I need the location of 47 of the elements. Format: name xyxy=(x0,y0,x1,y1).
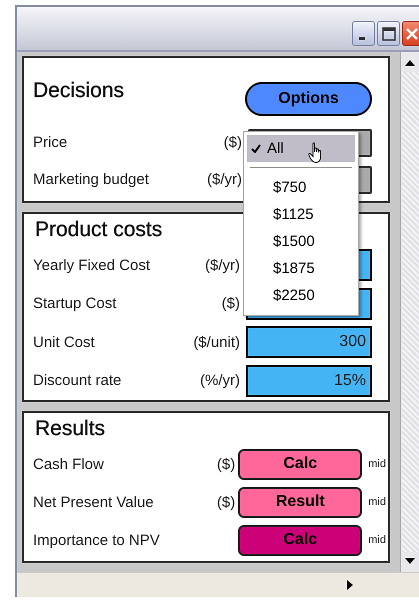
unit-label: ($/yr) xyxy=(205,256,240,274)
unit-label: ($/unit) xyxy=(193,334,240,351)
panel-title: Product costs xyxy=(35,218,162,242)
menu-item[interactable]: $1125 xyxy=(247,201,355,228)
row-label: Marketing budget xyxy=(33,171,149,188)
input-field[interactable]: 300 xyxy=(246,326,372,358)
close-icon xyxy=(404,26,418,40)
unit-label: ($/yr) xyxy=(207,171,242,188)
panel-title: Decisions xyxy=(33,79,124,103)
calc-button[interactable]: Calc xyxy=(238,524,362,556)
maximize-button[interactable] xyxy=(377,21,400,46)
scroll-up-icon[interactable] xyxy=(405,60,415,66)
menu-item[interactable]: All xyxy=(247,135,355,162)
row-label: Net Present Value xyxy=(33,494,154,510)
close-button[interactable] xyxy=(402,21,419,46)
calc-button[interactable]: Result xyxy=(238,486,362,518)
menu-item[interactable]: $2250 xyxy=(247,282,355,309)
minimize-icon xyxy=(359,36,365,40)
unit-label: ($) xyxy=(222,295,240,312)
menu-item[interactable]: $1875 xyxy=(247,255,355,282)
unit-label: ($) xyxy=(216,494,236,510)
menu-item[interactable]: $750 xyxy=(247,174,355,201)
options-button[interactable]: Options xyxy=(245,82,372,116)
menu-item[interactable]: $1500 xyxy=(247,228,355,255)
suffix-label: mid xyxy=(368,458,386,470)
row-label: Unit Cost xyxy=(33,334,95,351)
minimize-button[interactable] xyxy=(352,21,375,46)
row-label: Startup Cost xyxy=(33,295,116,312)
input-field[interactable]: 15% xyxy=(246,364,372,397)
check-icon xyxy=(251,144,261,153)
horizontal-scrollbar[interactable] xyxy=(17,572,419,597)
row-label: Discount rate xyxy=(33,372,122,390)
row-label: Cash Flow xyxy=(33,456,104,472)
unit-label: ($) xyxy=(224,134,242,151)
calc-button[interactable]: Calc xyxy=(238,448,362,480)
suffix-label: mid xyxy=(368,496,386,508)
scroll-right-icon[interactable] xyxy=(347,580,353,590)
scroll-down-icon[interactable] xyxy=(405,558,415,564)
suffix-label: mid xyxy=(368,534,386,546)
row-label: Importance to NPV xyxy=(33,532,160,548)
unit-label: ($) xyxy=(216,456,236,472)
vertical-scrollbar[interactable] xyxy=(400,52,419,572)
unit-label: (%/yr) xyxy=(200,372,240,390)
row-label: Price xyxy=(33,134,68,151)
row-label: Yearly Fixed Cost xyxy=(33,256,150,274)
panel-title: Results xyxy=(35,417,106,441)
maximize-icon xyxy=(382,26,396,40)
